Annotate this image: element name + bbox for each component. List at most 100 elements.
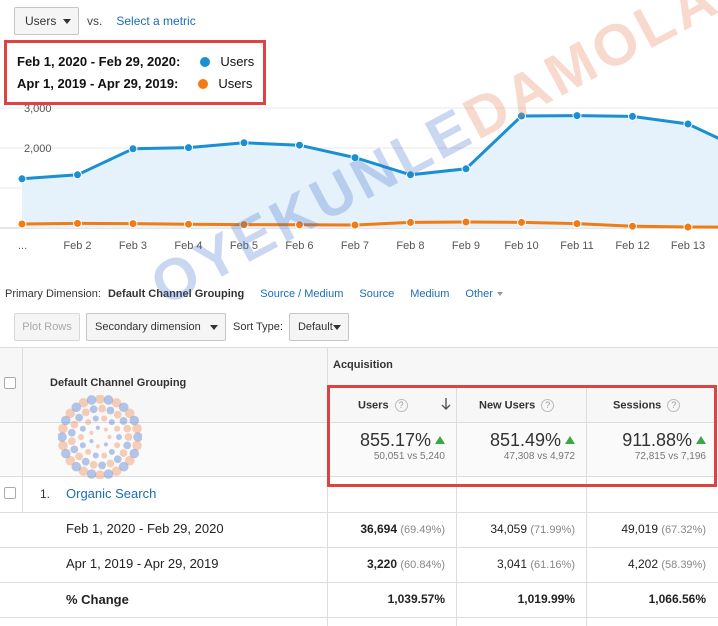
cell-value: 34,059 (490, 522, 528, 536)
divider (0, 512, 718, 513)
divider (0, 547, 718, 548)
row-link-organic-search[interactable]: Organic Search (66, 486, 156, 501)
cell-value: 4,202 (627, 557, 659, 571)
data-point (350, 153, 360, 163)
acquisition-group-header: Acquisition (333, 359, 393, 371)
cell-share: (61.16%) (530, 559, 575, 571)
legend-range: Apr 1, 2019 - Apr 29, 2019: (17, 76, 179, 91)
metric-dropdown-label: Users (25, 14, 57, 28)
legend-dot-icon (200, 56, 211, 67)
cell-value: 3,220 (366, 557, 398, 571)
cell-sessions-change: 1,066.56% (648, 592, 706, 606)
x-tick-label: ... (18, 240, 27, 252)
data-point (17, 174, 27, 184)
series-area (22, 115, 718, 228)
secondary-dimension-dropdown[interactable]: Secondary dimension (86, 313, 226, 341)
x-tick-label: Feb 9 (452, 240, 480, 252)
x-tick-label: Feb 8 (396, 240, 424, 252)
cell-sessions: 4,202 (58.39%) (628, 557, 706, 571)
divider (0, 617, 718, 618)
sort-type-value: Default (297, 321, 333, 333)
data-point (628, 221, 637, 231)
chevron-down-icon (332, 325, 341, 330)
dimension-link-other[interactable]: Other (465, 288, 503, 300)
y-tick-label: 2,000 (24, 143, 52, 155)
legend-series-name: Users (218, 76, 253, 91)
dimension-column-header[interactable]: Default Channel Grouping (50, 377, 186, 389)
x-tick-label: Feb 4 (174, 240, 202, 252)
select-all-checkbox[interactable] (4, 377, 16, 389)
x-tick-label: Feb 12 (615, 240, 649, 252)
x-tick-label: Feb 11 (560, 240, 593, 252)
select-metric-link[interactable]: Select a metric (116, 14, 195, 28)
cell-value: 3,041 (496, 557, 528, 571)
data-point (406, 170, 415, 180)
divider (22, 347, 23, 512)
vs-label: vs. (87, 14, 103, 28)
cell-share: (67.32%) (661, 524, 706, 536)
cell-share: (71.99%) (530, 524, 575, 536)
x-tick-label: Feb 2 (63, 240, 91, 252)
dimension-link-other-label: Other (465, 288, 493, 300)
row-checkbox[interactable] (4, 487, 16, 499)
metric-dropdown[interactable]: Users (14, 7, 79, 35)
sub-row-label: % Change (66, 592, 129, 607)
legend-range: Feb 1, 2020 - Feb 29, 2020: (17, 54, 181, 69)
x-tick-label: Feb 5 (230, 240, 258, 252)
primary-dimension-bar: Primary Dimension: Default Channel Group… (5, 288, 503, 300)
data-point (572, 219, 582, 229)
data-point (73, 218, 82, 228)
data-point (184, 143, 193, 153)
cell-users: 3,220 (60.84%) (367, 557, 445, 571)
legend-item-previous: Apr 1, 2019 - Apr 29, 2019: Users (17, 76, 252, 91)
data-point (683, 222, 693, 232)
cell-new-users: 34,059 (71.99%) (490, 522, 575, 536)
chevron-down-icon (63, 19, 71, 24)
cell-users: 36,694 (69.49%) (360, 522, 445, 536)
cell-users-change: 1,039.57% (387, 592, 445, 606)
plot-rows-button[interactable]: Plot Rows (14, 313, 80, 341)
secondary-dimension-label: Secondary dimension (95, 321, 201, 333)
data-point (461, 164, 471, 174)
cell-value: 49,019 (621, 522, 659, 536)
data-point (628, 111, 637, 121)
data-point (184, 219, 193, 229)
divider (0, 347, 718, 348)
cell-share: (58.39%) (661, 559, 706, 571)
sub-row-label: Apr 1, 2019 - Apr 29, 2019 (66, 556, 219, 571)
chevron-down-icon (210, 325, 218, 330)
chart-legend: Feb 1, 2020 - Feb 29, 2020: Users Apr 1,… (4, 40, 266, 105)
data-point (406, 217, 415, 227)
dimension-link-source-medium[interactable]: Source / Medium (260, 288, 343, 300)
cell-new-users: 3,041 (61.16%) (497, 557, 575, 571)
compare-bar: Users vs. Select a metric (14, 7, 196, 35)
data-point (461, 217, 471, 227)
table-toolbar: Plot Rows Secondary dimension Sort Type:… (14, 313, 349, 341)
legend-dot-icon (198, 78, 209, 89)
highlight-annotation (327, 385, 717, 487)
primary-dimension-label: Primary Dimension: (5, 288, 101, 300)
chevron-down-icon (496, 292, 503, 297)
divider (0, 582, 718, 583)
cell-value: 36,694 (360, 522, 398, 536)
x-tick-label: Feb 10 (504, 240, 538, 252)
dimension-link-source[interactable]: Source (359, 288, 394, 300)
data-point (295, 140, 304, 150)
dimension-link-medium[interactable]: Medium (410, 288, 449, 300)
x-tick-label: Feb 3 (119, 240, 147, 252)
data-point (517, 111, 526, 121)
legend-series-name: Users (220, 54, 255, 69)
primary-dimension-current[interactable]: Default Channel Grouping (108, 288, 244, 300)
sort-type-label: Sort Type: (233, 321, 283, 333)
x-tick-label: Feb 7 (341, 240, 369, 252)
x-tick-label: Feb 6 (285, 240, 313, 252)
cell-new-users-change: 1,019.99% (517, 592, 575, 606)
sort-type-dropdown[interactable]: Default (288, 313, 349, 341)
data-point (239, 138, 249, 148)
data-point (572, 111, 582, 121)
row-index: 1. (40, 487, 51, 501)
data-point (128, 219, 138, 229)
data-point (128, 144, 138, 154)
data-point (73, 170, 82, 180)
data-point (17, 219, 27, 229)
